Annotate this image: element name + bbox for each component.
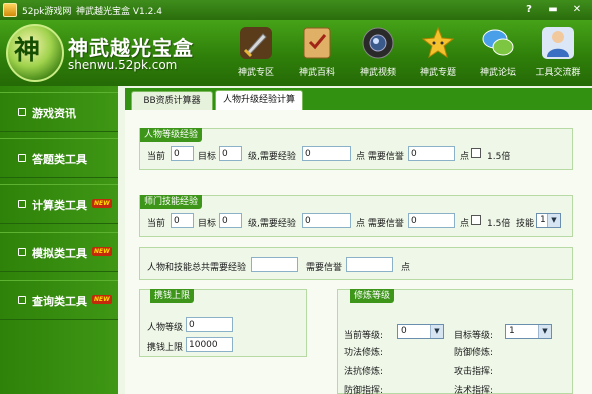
sidebar-item-game-news[interactable]: 游戏资讯	[0, 92, 118, 132]
char-target-level-input[interactable]: 0	[219, 146, 242, 161]
chat-icon	[482, 29, 514, 56]
nav-shenwu-wiki[interactable]: 神武百科	[289, 26, 345, 82]
camera-icon	[362, 27, 394, 59]
char-exp-section: 人物等级经验 当前 0 目标 0 级,需要经验 0 点 需要信誉 0 点 1.5…	[139, 128, 573, 170]
calculator-icon	[18, 200, 26, 208]
new-badge: NEW	[92, 199, 112, 208]
window-title: 神武越光宝盒 V1.2.4	[76, 7, 162, 17]
nav-shenwu-video[interactable]: 神武视频	[350, 26, 406, 82]
logo-char: 神	[14, 36, 41, 66]
tab-char-exp[interactable]: 人物升级经验计算	[215, 90, 303, 110]
total-exp-field[interactable]	[251, 257, 298, 272]
window-site-label: 52pk游戏网	[22, 7, 72, 17]
app-logo-title: 神武越光宝盒	[68, 36, 194, 60]
new-badge: NEW	[92, 247, 112, 256]
cultivation-current-select[interactable]: 0 ▼	[397, 324, 444, 339]
cultivation-section: 修炼等级 当前等级: 0 ▼ 目标等级: 1 ▼ 功法修炼: 防御修炼: 法抗修…	[337, 289, 573, 394]
skill-need-credit-field[interactable]: 0	[408, 213, 455, 228]
people-icon	[542, 27, 574, 59]
sidebar-item-sim-tools[interactable]: 模拟类工具 NEW	[0, 232, 118, 272]
section-title: 师门技能经验	[140, 195, 203, 209]
skill-select[interactable]: 1 ▼	[536, 213, 561, 228]
cultivation-label: 法术指挥:	[454, 386, 494, 394]
main-panel: BB资质计算器 人物升级经验计算 人物等级经验 当前 0 目标 0 级,需要经验…	[125, 88, 592, 394]
section-title: 携钱上限	[150, 289, 195, 303]
checklist-icon	[303, 27, 331, 59]
chevron-down-icon: ▼	[547, 214, 560, 227]
section-title: 修炼等级	[350, 289, 395, 303]
close-icon[interactable]: ✕	[569, 2, 585, 18]
nav-tool-group[interactable]: 工具交流群	[530, 26, 586, 82]
char-need-exp-field[interactable]: 0	[302, 146, 351, 161]
cultivation-target-select[interactable]: 1 ▼	[505, 324, 552, 339]
tab-bar: BB资质计算器 人物升级经验计算	[125, 88, 592, 110]
money-limit-field[interactable]: 10000	[186, 337, 233, 352]
skill-current-level-input[interactable]: 0	[171, 213, 194, 228]
tab-bb-calculator[interactable]: BB资质计算器	[131, 91, 213, 110]
nav-shenwu-forum[interactable]: 神武论坛	[470, 26, 526, 82]
section-title: 人物等级经验	[140, 128, 203, 142]
cultivation-label: 防御修炼:	[454, 348, 494, 358]
help-icon[interactable]: ?	[521, 2, 537, 18]
skill-multiplier-checkbox[interactable]	[471, 215, 481, 225]
sword-icon	[240, 27, 272, 59]
skill-exp-section: 师门技能经验 当前 0 目标 0 级,需要经验 0 点 需要信誉 0 点 1.5…	[139, 195, 573, 237]
total-exp-section: 人物和技能总共需要经验 需要信誉 点	[139, 247, 573, 280]
char-current-level-input[interactable]: 0	[171, 146, 194, 161]
skill-need-exp-field[interactable]: 0	[302, 213, 351, 228]
nav-shenwu-topic[interactable]: 神武专题	[410, 26, 466, 82]
cultivation-label: 法抗修炼:	[344, 367, 384, 377]
char-multiplier-checkbox[interactable]	[471, 148, 481, 158]
flag-icon	[18, 154, 26, 162]
sidebar-item-query-tools[interactable]: 查询类工具 NEW	[0, 280, 118, 320]
header-banner: 神 神武越光宝盒 shenwu.52pk.com 神武专区 神武百科 神武视频 …	[0, 20, 592, 86]
total-credit-field[interactable]	[346, 257, 393, 272]
money-limit-section: 携钱上限 人物等级 0 携钱上限 10000	[139, 289, 307, 357]
minimize-icon[interactable]: ▬	[545, 2, 561, 18]
new-badge: NEW	[92, 295, 112, 304]
chevron-down-icon: ▼	[538, 325, 551, 338]
money-level-input[interactable]: 0	[186, 317, 233, 332]
gamepad-icon	[18, 248, 26, 256]
list-icon	[18, 108, 26, 116]
sidebar: 游戏资讯 答题类工具 计算类工具 NEW 模拟类工具 NEW 查询类工具 NEW	[0, 86, 118, 394]
sidebar-item-quiz-tools[interactable]: 答题类工具	[0, 138, 118, 178]
sidebar-item-calc-tools[interactable]: 计算类工具 NEW	[0, 184, 118, 224]
star-icon	[421, 26, 455, 59]
chevron-down-icon: ▼	[430, 325, 443, 338]
cultivation-label: 防御指挥:	[344, 386, 384, 394]
char-need-credit-field[interactable]: 0	[408, 146, 455, 161]
cultivation-label: 功法修炼:	[344, 348, 384, 358]
app-icon	[3, 3, 17, 17]
app-logo-url: shenwu.52pk.com	[68, 58, 178, 72]
search-icon	[18, 296, 26, 304]
skill-target-level-input[interactable]: 0	[219, 213, 242, 228]
nav-shenwu-zone[interactable]: 神武专区	[228, 26, 284, 82]
title-bar: 52pk游戏网 神武越光宝盒 V1.2.4 ? ▬ ✕	[0, 0, 592, 20]
cultivation-label: 攻击指挥:	[454, 367, 494, 377]
